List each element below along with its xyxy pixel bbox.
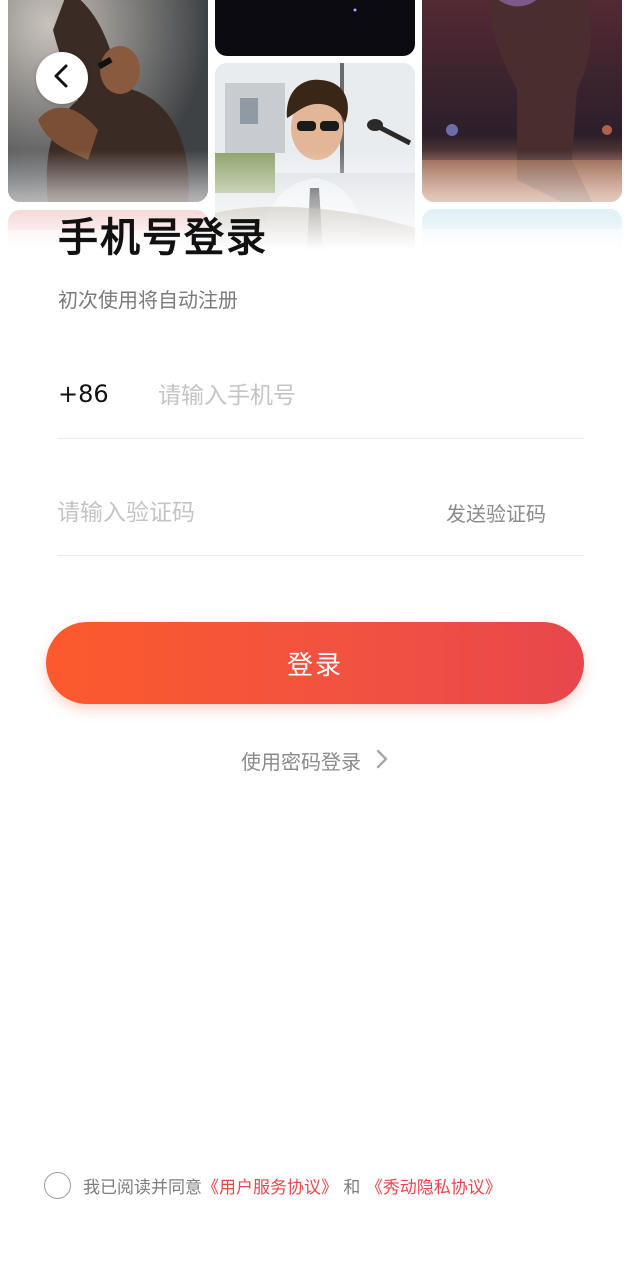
agreement-text: 我已阅读并同意《用户服务协议》 和 《秀动隐私协议》 [83,1173,502,1198]
photo-dark-stage [215,0,415,56]
login-button-label: 登录 [286,650,343,681]
code-divider [57,555,584,556]
password-login-label: 使用密码登录 [241,750,361,774]
chevron-right-icon [375,748,389,774]
user-agreement-link[interactable]: 《用户服务协议》 [202,1178,338,1198]
password-login-link[interactable]: 使用密码登录 [0,746,630,775]
agreement-row: 我已阅读并同意《用户服务协议》 和 《秀动隐私协议》 [44,1172,502,1199]
agreement-checkbox[interactable] [44,1172,71,1199]
privacy-agreement-link[interactable]: 《秀动隐私协议》 [366,1178,502,1198]
phone-divider [57,438,584,439]
page-title: 手机号登录 [58,215,268,261]
agreement-prefix: 我已阅读并同意 [83,1178,202,1198]
back-button[interactable] [36,52,88,104]
agreement-conjunction: 和 [343,1178,361,1198]
verification-code-input[interactable] [57,493,417,533]
send-code-button[interactable]: 发送验证码 [446,498,546,527]
chevron-left-icon [51,63,73,93]
country-code[interactable]: +86 [58,380,109,408]
page-subtitle: 初次使用将自动注册 [58,288,238,312]
login-button[interactable]: 登录 [46,622,584,704]
phone-input[interactable] [158,376,578,416]
